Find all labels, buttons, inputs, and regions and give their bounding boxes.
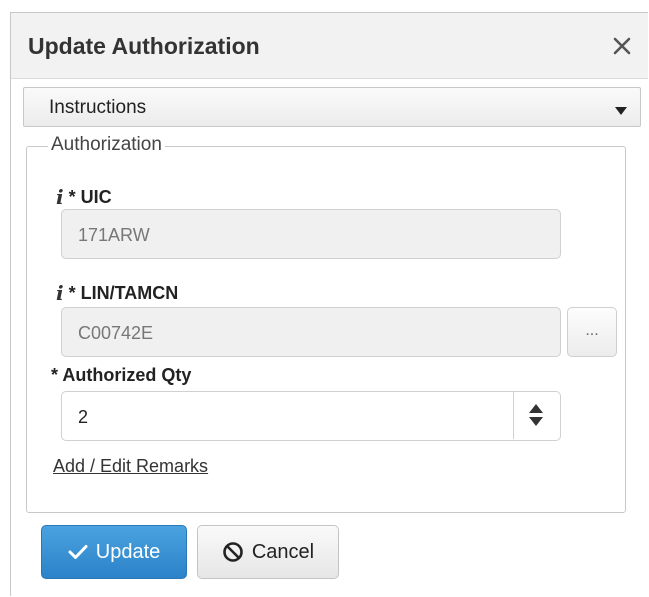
uic-input[interactable]: 171ARW	[61, 209, 561, 259]
uic-label-row: i * UIC	[56, 185, 112, 209]
update-authorization-dialog: Update Authorization Instructions Author…	[10, 12, 648, 596]
ban-icon	[223, 542, 243, 562]
lin-label: * LIN/TAMCN	[68, 282, 179, 303]
authorized-qty-input[interactable]: 2	[61, 391, 561, 441]
dialog-header: Update Authorization	[11, 13, 648, 79]
info-icon[interactable]: i	[56, 185, 64, 209]
sort-icon	[529, 404, 543, 426]
update-button[interactable]: Update	[41, 525, 187, 579]
qty-label-row: * Authorized Qty	[51, 365, 191, 386]
lin-tamcn-input[interactable]: C00742E	[61, 307, 561, 357]
lin-label-row: i * LIN/TAMCN	[56, 281, 178, 305]
close-icon[interactable]	[611, 35, 633, 57]
caret-down-icon	[614, 103, 628, 121]
cancel-button[interactable]: Cancel	[197, 525, 339, 579]
instructions-toggle[interactable]: Instructions	[23, 87, 641, 127]
authorized-qty-label: * Authorized Qty	[51, 365, 192, 385]
uic-label: * UIC	[68, 186, 112, 207]
dialog-title: Update Authorization	[28, 33, 260, 59]
info-icon[interactable]: i	[56, 281, 64, 305]
authorization-legend: Authorization	[48, 134, 165, 156]
cancel-label: Cancel	[251, 540, 315, 563]
lin-lookup-button[interactable]: ...	[567, 307, 617, 357]
qty-spinner[interactable]	[513, 391, 559, 439]
instructions-label: Instructions	[49, 97, 147, 118]
add-edit-remarks-link[interactable]: Add / Edit Remarks	[53, 456, 208, 477]
update-label: Update	[95, 540, 161, 563]
check-icon	[68, 545, 88, 559]
